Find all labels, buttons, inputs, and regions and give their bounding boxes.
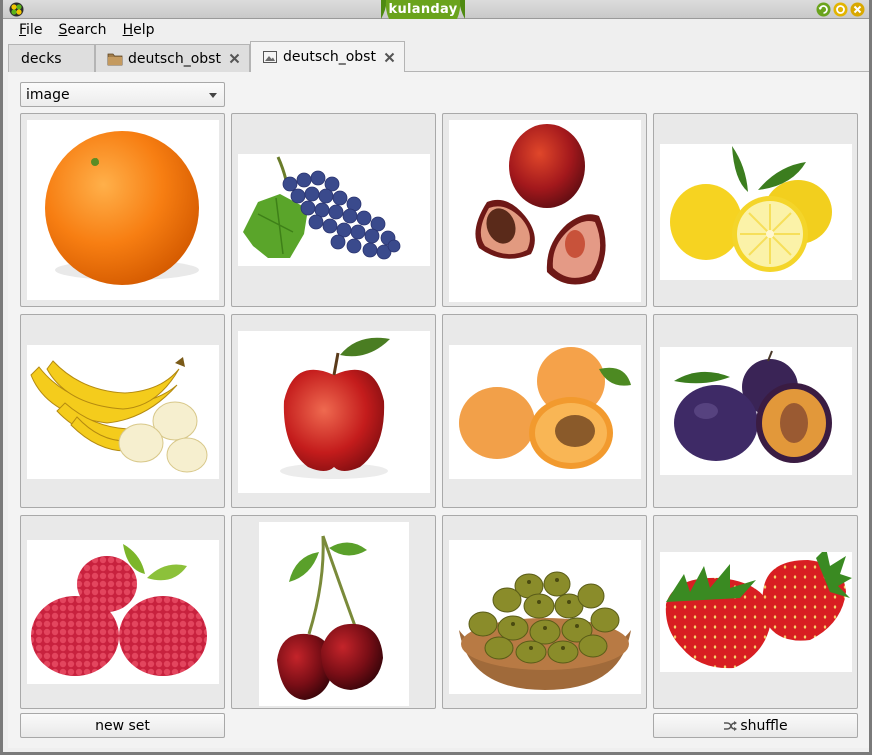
banana-image xyxy=(27,345,219,479)
strawberry-image xyxy=(660,552,852,672)
raspberry-image xyxy=(27,540,219,684)
plum-image xyxy=(660,347,852,475)
card-olives[interactable] xyxy=(442,515,647,709)
menu-file-label: ile xyxy=(26,22,43,38)
card-lemon[interactable] xyxy=(653,113,858,307)
app-logo-icon[interactable] xyxy=(9,2,24,17)
card-apple[interactable] xyxy=(231,314,436,508)
tab-decks-label: decks xyxy=(21,50,62,67)
card-grid xyxy=(20,113,858,709)
menu-search[interactable]: Search xyxy=(50,22,114,38)
menu-help[interactable]: Help xyxy=(115,22,163,38)
view-mode-select[interactable]: image xyxy=(20,82,225,107)
menu-file[interactable]: File xyxy=(11,22,50,38)
shuffle-icon xyxy=(724,720,738,731)
card-nectarine[interactable] xyxy=(442,113,647,307)
card-grapes[interactable] xyxy=(231,113,436,307)
tab-decks[interactable]: decks xyxy=(8,44,95,72)
card-banana[interactable] xyxy=(20,314,225,508)
view-mode-value: image xyxy=(26,86,70,103)
tab-bar: decks deutsch_obst deutsch_obst xyxy=(8,41,869,73)
shuffle-button[interactable]: shuffle xyxy=(653,713,858,738)
apricot-image xyxy=(449,345,641,479)
card-cherry[interactable] xyxy=(231,515,436,709)
menu-search-label: earch xyxy=(67,22,107,38)
window-controls xyxy=(816,2,865,17)
window-title: kulanday xyxy=(388,2,458,17)
card-strawberry[interactable] xyxy=(653,515,858,709)
card-apricot[interactable] xyxy=(442,314,647,508)
menu-help-label: elp xyxy=(133,22,155,38)
image-view-icon xyxy=(263,51,277,63)
apple-image xyxy=(238,331,430,493)
menu-search-mnemonic: S xyxy=(58,22,68,38)
new-set-button[interactable]: new set xyxy=(20,713,225,738)
tab-label: deutsch_obst xyxy=(128,50,221,67)
title-bar[interactable]: kulanday xyxy=(3,0,869,19)
tab-deutsch-obst-folder[interactable]: deutsch_obst xyxy=(95,44,250,72)
menu-bar: File Search Help xyxy=(3,19,869,41)
window-title-badge: kulanday xyxy=(381,0,465,19)
card-raspberry[interactable] xyxy=(20,515,225,709)
shuffle-label: shuffle xyxy=(740,717,788,734)
new-set-label: new set xyxy=(95,717,150,734)
close-tab-icon[interactable] xyxy=(384,52,395,63)
folder-icon xyxy=(107,53,123,65)
deck-image-view: image new set shuffle xyxy=(8,72,869,748)
cherry-image xyxy=(259,522,409,706)
close-icon[interactable] xyxy=(850,2,865,17)
application-window: kulanday File Search Help decks deutsch_… xyxy=(0,0,872,755)
card-plum[interactable] xyxy=(653,314,858,508)
lemon-image xyxy=(660,144,852,280)
nectarine-image xyxy=(449,120,641,302)
maximize-icon[interactable] xyxy=(833,2,848,17)
olives-image xyxy=(449,540,641,694)
menu-file-mnemonic: F xyxy=(19,22,27,38)
tab-label: deutsch_obst xyxy=(283,49,376,65)
close-tab-icon[interactable] xyxy=(229,53,240,64)
minimize-icon[interactable] xyxy=(816,2,831,17)
grapes-image xyxy=(238,154,430,266)
orange-image xyxy=(27,120,219,300)
tab-deutsch-obst-images[interactable]: deutsch_obst xyxy=(250,41,405,73)
menu-help-mnemonic: H xyxy=(122,22,134,38)
card-orange[interactable] xyxy=(20,113,225,307)
chevron-down-icon xyxy=(209,93,217,98)
